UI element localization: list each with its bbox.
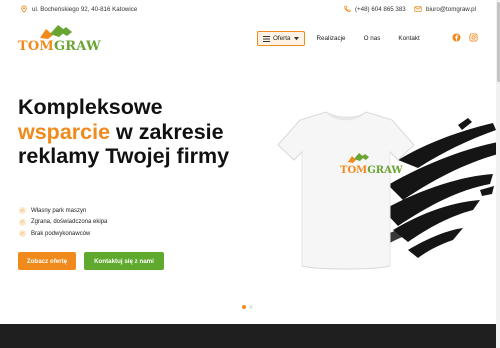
header: TOMGRAW Oferta Realizacje O nas Kontakt bbox=[0, 18, 500, 60]
main-nav: Oferta Realizacje O nas Kontakt bbox=[257, 31, 438, 46]
hero-title-accent: wsparcie bbox=[18, 119, 111, 144]
phone-link[interactable]: (+48) 604 865 383 bbox=[343, 5, 406, 13]
hero-tshirt-image: TOMGRAW bbox=[277, 111, 498, 270]
nav-item-realizacje[interactable]: Realizacje bbox=[317, 35, 346, 42]
list-item: ✓ Zgrana, doświadczona ekipa bbox=[19, 218, 108, 226]
see-offer-button[interactable]: Zobacz ofertę bbox=[18, 252, 76, 270]
address: ul. Bocheńskiego 92, 40-816 Katowice bbox=[20, 5, 137, 13]
page-scrollbar[interactable] bbox=[496, 0, 500, 348]
slider-dot-2[interactable] bbox=[249, 305, 253, 309]
mail-icon bbox=[414, 6, 422, 12]
address-text: ul. Bocheńskiego 92, 40-816 Katowice bbox=[32, 5, 138, 13]
check-icon: ✓ bbox=[19, 218, 26, 226]
check-icon: ✓ bbox=[19, 230, 26, 238]
list-item: ✓ Własny park maszyn bbox=[19, 207, 87, 215]
social-links bbox=[452, 33, 478, 42]
logo[interactable]: TOMGRAW bbox=[18, 24, 101, 56]
tshirt-logo-text: TOMGRAW bbox=[340, 165, 403, 176]
instagram-icon[interactable] bbox=[469, 33, 478, 42]
nav-item-offer[interactable]: Oferta bbox=[257, 31, 305, 46]
check-icon: ✓ bbox=[19, 207, 26, 215]
hero-title-line1: Kompleksowe bbox=[18, 95, 163, 119]
dark-section-band bbox=[0, 324, 500, 348]
hero-title: Kompleksowe wsparcie w zakresie reklamy … bbox=[18, 95, 248, 169]
email-link[interactable]: biuro@tomgraw.pl bbox=[414, 5, 476, 13]
topbar: ul. Bocheńskiego 92, 40-816 Katowice (+4… bbox=[0, 0, 500, 18]
phone-text[interactable]: (+48) 604 865 383 bbox=[355, 6, 406, 13]
phone-icon bbox=[344, 5, 351, 13]
list-item: ✓ Brak podwykonawców bbox=[19, 230, 91, 238]
menu-icon bbox=[263, 35, 270, 42]
chevron-down-icon bbox=[293, 36, 299, 40]
nav-item-o-nas[interactable]: O nas bbox=[364, 35, 381, 42]
location-pin-icon bbox=[21, 5, 27, 13]
logo-text: TOMGRAW bbox=[18, 39, 101, 54]
slider-dot-1[interactable] bbox=[242, 305, 246, 309]
slider-dots bbox=[242, 305, 253, 309]
email-text[interactable]: biuro@tomgraw.pl bbox=[426, 6, 476, 13]
nav-item-offer-label: Oferta bbox=[273, 35, 291, 42]
facebook-icon[interactable] bbox=[452, 33, 461, 42]
nav-item-kontakt[interactable]: Kontakt bbox=[398, 35, 419, 42]
logo-mark-icon bbox=[40, 25, 72, 39]
scrollbar-thumb[interactable] bbox=[496, 2, 500, 82]
contact-us-button[interactable]: Kontaktuj się z nami bbox=[84, 252, 164, 270]
feature-list: ✓ Własny park maszyn ✓ Zgrana, doświadcz… bbox=[19, 205, 107, 240]
